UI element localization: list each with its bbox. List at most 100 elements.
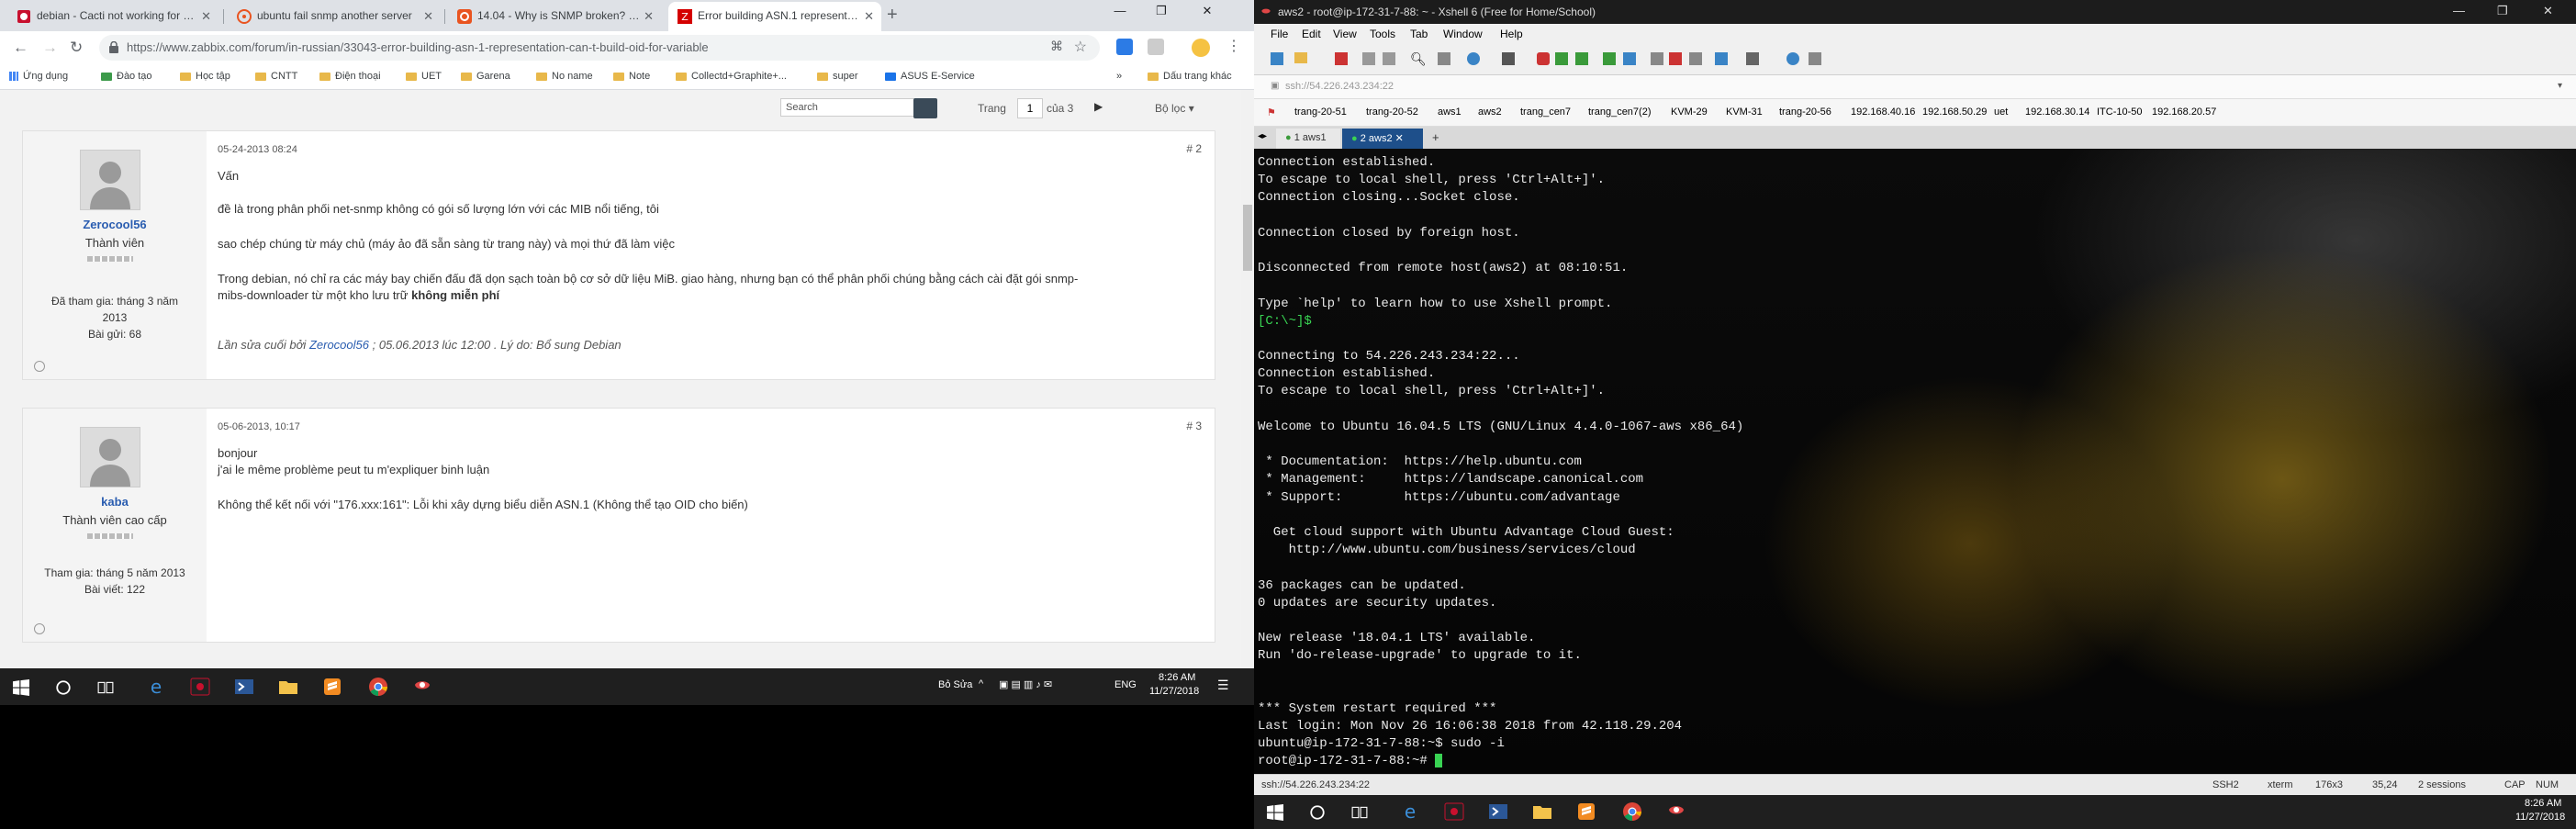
cacti-icon[interactable] <box>189 676 211 698</box>
back-icon[interactable]: ← <box>13 39 28 57</box>
link-session[interactable]: trang-20-51 <box>1294 106 1347 118</box>
link-session[interactable]: trang-20-52 <box>1366 106 1418 118</box>
new-tab-button[interactable]: + <box>887 5 898 26</box>
link-session[interactable]: aws1 <box>1438 106 1462 118</box>
restore-button[interactable]: ❐ <box>1143 4 1180 18</box>
search-button[interactable] <box>913 98 937 118</box>
browser-tab-1[interactable]: debian - Cacti not working for SNMP ✕ <box>7 2 218 31</box>
bookmark-item[interactable]: CNTT <box>255 71 297 82</box>
session-tab-aws2-active[interactable]: ● 2 aws2 ✕ <box>1342 129 1423 149</box>
page-scrollbar[interactable] <box>1241 90 1254 672</box>
print-icon[interactable] <box>1438 52 1450 65</box>
font-icon[interactable] <box>1502 52 1515 65</box>
extension-icon[interactable] <box>1148 39 1164 55</box>
session-address-input[interactable]: ssh://54.226.243.234:22 <box>1285 81 1394 92</box>
chrome-icon[interactable] <box>1621 801 1643 823</box>
bookmark-item[interactable]: Học tập <box>180 71 230 82</box>
bookmark-item[interactable]: Đào tạo <box>101 71 152 82</box>
menu-tab[interactable]: Tab <box>1410 28 1428 40</box>
avatar[interactable] <box>80 150 140 210</box>
link-session[interactable]: trang_cen7 <box>1520 106 1571 118</box>
menu-dots-icon[interactable]: ⋮ <box>1226 37 1241 55</box>
file-explorer-icon[interactable] <box>277 676 299 698</box>
link-session[interactable]: trang-20-56 <box>1779 106 1831 118</box>
bookmark-item[interactable]: Điện thoại <box>319 71 381 82</box>
xftp-icon[interactable] <box>1537 52 1550 65</box>
link-session[interactable]: KVM-31 <box>1726 106 1763 118</box>
powershell-icon[interactable] <box>1487 801 1509 823</box>
close-window-button[interactable]: ✕ <box>2543 4 2553 18</box>
close-tab-icon[interactable]: ✕ <box>423 9 433 24</box>
bookmark-item[interactable]: UET <box>406 71 442 82</box>
link-session[interactable]: 192.168.50.29 <box>1922 106 1987 118</box>
xshell-icon[interactable] <box>1665 801 1687 823</box>
bookmark-item[interactable]: super <box>817 71 858 82</box>
powershell-icon[interactable] <box>233 676 255 698</box>
link-session[interactable]: trang_cen7(2) <box>1588 106 1652 118</box>
new-session-icon[interactable] <box>1271 52 1283 65</box>
notification-icon[interactable]: ☰ <box>1217 678 1229 693</box>
chevron-up-icon[interactable]: ^ <box>979 678 983 689</box>
other-bookmarks[interactable]: Dấu trang khác <box>1148 71 1232 82</box>
link-session[interactable]: aws2 <box>1478 106 1502 118</box>
post-number-link[interactable]: # 2 <box>1186 142 1202 155</box>
language-indicator[interactable]: ENG <box>1114 679 1137 690</box>
link-session[interactable]: 192.168.30.14 <box>2025 106 2089 118</box>
session-tab-aws1[interactable]: ● 1 aws1 <box>1276 129 1340 149</box>
bookmark-item[interactable]: ASUS E-Service <box>885 71 975 82</box>
tab-list-arrows[interactable]: ◂▸ <box>1258 131 1267 141</box>
menu-help[interactable]: Help <box>1500 28 1523 40</box>
browser-tab-3[interactable]: 14.04 - Why is SNMP broken? - Ask ✕ <box>448 2 661 31</box>
transparent-icon[interactable] <box>1623 52 1636 65</box>
chrome-icon[interactable] <box>367 676 389 698</box>
copy-icon[interactable] <box>1362 52 1375 65</box>
close-tab-icon[interactable]: ✕ <box>644 9 654 24</box>
menu-tools[interactable]: Tools <box>1370 28 1395 40</box>
cacti-icon[interactable] <box>1443 801 1465 823</box>
close-tab-icon[interactable]: ✕ <box>201 9 211 24</box>
close-tab-icon[interactable]: ✕ <box>864 9 874 24</box>
url-text[interactable]: https://www.zabbix.com/forum/in-russian/… <box>127 40 1045 54</box>
lock-icon[interactable] <box>1575 52 1588 65</box>
menu-edit[interactable]: Edit <box>1302 28 1321 40</box>
menu-window[interactable]: Window <box>1443 28 1483 40</box>
file-explorer-icon[interactable] <box>1531 801 1553 823</box>
menu-view[interactable]: View <box>1333 28 1357 40</box>
next-page-icon[interactable]: ▶ <box>1094 100 1103 113</box>
search-icon[interactable] <box>1309 804 1326 821</box>
options-icon[interactable] <box>1809 52 1821 65</box>
windows-start-icon[interactable] <box>13 679 29 696</box>
browser-tab-2[interactable]: ubuntu fail snmp another server ✕ <box>228 2 441 31</box>
close-window-button[interactable]: ✕ <box>1189 4 1226 18</box>
disconnect-icon[interactable] <box>1335 52 1348 65</box>
bookmark-item[interactable]: No name <box>536 71 593 82</box>
xshell-icon[interactable] <box>411 676 433 698</box>
bookmark-item[interactable]: Garena <box>461 71 510 82</box>
edit-user-link[interactable]: Zerocool56 <box>309 338 369 352</box>
tray-icons[interactable]: ▣ ▤ ▥ ♪ ✉ <box>999 678 1052 690</box>
post-number-link[interactable]: # 3 <box>1186 420 1202 432</box>
clock-time[interactable]: 8:26 AM <box>2525 798 2561 809</box>
search-icon[interactable]: 🔍︎ <box>1410 51 1427 67</box>
keyboard-icon[interactable] <box>1651 52 1663 65</box>
translate-icon[interactable]: ⌘ <box>1050 39 1063 54</box>
windows-start-icon[interactable] <box>1267 804 1283 821</box>
layout-icon[interactable] <box>1746 52 1759 65</box>
edge-icon[interactable]: e <box>145 676 167 698</box>
task-view-icon[interactable] <box>97 679 114 696</box>
open-folder-icon[interactable] <box>1294 52 1307 63</box>
script-icon[interactable] <box>1669 52 1682 65</box>
bookmark-star-icon[interactable]: ☆ <box>1074 38 1087 56</box>
minimize-button[interactable]: — <box>1102 4 1138 17</box>
transfer-icon[interactable] <box>1555 52 1568 65</box>
link-session[interactable]: 192.168.20.57 <box>2152 106 2216 118</box>
minimize-button[interactable]: — <box>2453 4 2465 17</box>
clock-time[interactable]: 8:26 AM <box>1159 672 1195 683</box>
compose-icon[interactable] <box>1689 52 1702 65</box>
chevron-down-icon[interactable]: ▾ <box>2558 81 2562 91</box>
clock-date[interactable]: 11/27/2018 <box>2515 812 2565 823</box>
reload-icon[interactable]: ↻ <box>70 39 83 57</box>
link-session[interactable]: uet <box>1994 106 2008 118</box>
clock-date[interactable]: 11/27/2018 <box>1149 686 1199 697</box>
help-icon[interactable] <box>1786 52 1799 65</box>
